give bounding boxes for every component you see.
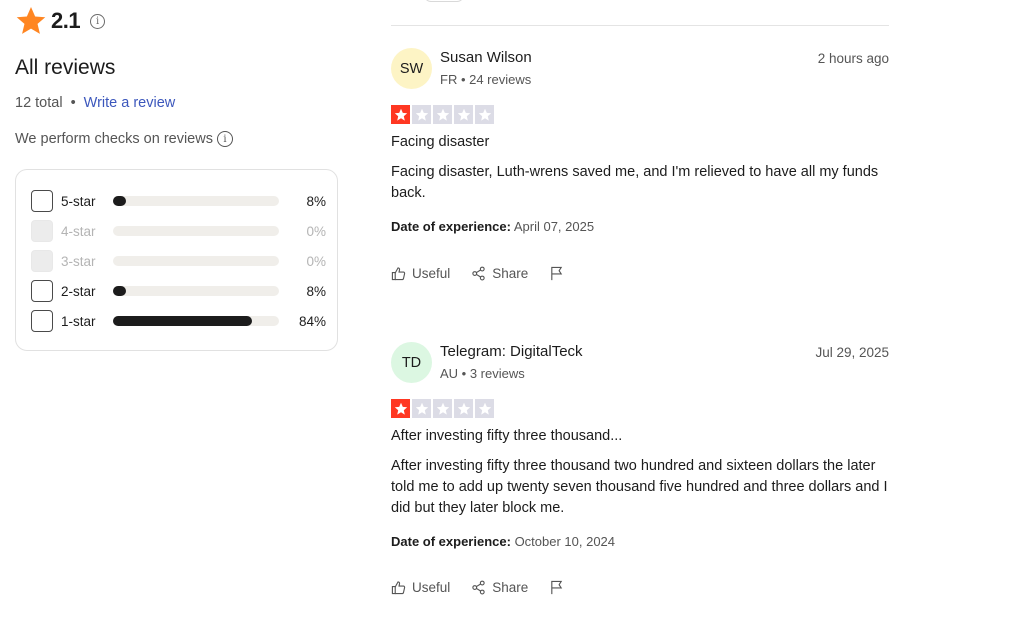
- empty-star-icon: [412, 399, 431, 418]
- distribution-bar: [113, 256, 279, 266]
- share-label: Share: [492, 580, 529, 595]
- distribution-row-5-star[interactable]: 5-star 8%: [31, 189, 326, 213]
- write-review-link[interactable]: Write a review: [84, 95, 176, 111]
- filter-checkbox-2-star[interactable]: [31, 280, 53, 302]
- review-checks-text: We perform checks on reviews: [15, 131, 213, 147]
- useful-label: Useful: [412, 580, 451, 595]
- filled-star-icon: [391, 105, 410, 124]
- filter-checkbox-4-star: [31, 220, 53, 242]
- distribution-label: 2-star: [61, 283, 96, 299]
- distribution-percent: 8%: [306, 193, 326, 209]
- review-title[interactable]: After investing fifty three thousand...: [391, 428, 622, 444]
- reviewer-meta: AU • 3 reviews: [440, 366, 525, 381]
- useful-button[interactable]: Useful: [391, 266, 450, 281]
- reviewer-name[interactable]: Susan Wilson: [440, 49, 532, 66]
- filled-star-icon: [391, 399, 410, 418]
- useful-label: Useful: [412, 266, 451, 281]
- distribution-bar: [113, 196, 279, 206]
- experience-value: October 10, 2024: [514, 534, 616, 549]
- review-card: TD Telegram: DigitalTeck AU • 3 reviews …: [391, 342, 889, 602]
- distribution-label: 3-star: [61, 253, 96, 269]
- rating-distribution: 5-star 8% 4-star 0% 3-star 0% 2-star 8% …: [15, 169, 338, 351]
- page-title: All reviews: [15, 56, 116, 79]
- experience-date: Date of experience: April 07, 2025: [391, 219, 594, 234]
- empty-star-icon: [454, 105, 473, 124]
- empty-star-icon: [475, 105, 494, 124]
- distribution-percent: 84%: [298, 313, 326, 329]
- share-button[interactable]: Share: [471, 580, 528, 595]
- distribution-bar: [113, 226, 279, 236]
- avatar[interactable]: TD: [391, 342, 432, 383]
- review-body: Facing disaster, Luth-wrens saved me, an…: [391, 164, 879, 201]
- experience-label: Date of experience:: [391, 534, 511, 549]
- distribution-row-4-star: 4-star 0%: [31, 219, 326, 243]
- review-body: After investing fifty three thousand two…: [391, 458, 888, 516]
- experience-label: Date of experience:: [391, 219, 511, 234]
- reviewer-name[interactable]: Telegram: DigitalTeck: [440, 343, 583, 360]
- flag-icon: [551, 580, 563, 595]
- distribution-label: 1-star: [61, 313, 96, 329]
- share-button[interactable]: Share: [471, 266, 528, 281]
- filter-checkbox-1-star[interactable]: [31, 310, 53, 332]
- separator-dot: •: [70, 95, 76, 111]
- review-count-row: 12 total • Write a review: [15, 95, 175, 111]
- distribution-row-3-star: 3-star 0%: [31, 249, 326, 273]
- avatar-initials: TD: [401, 354, 422, 371]
- useful-button[interactable]: Useful: [391, 580, 450, 595]
- review-actions: Useful Share: [391, 266, 591, 281]
- flag-button[interactable]: [549, 266, 570, 281]
- distribution-label: 5-star: [61, 193, 96, 209]
- divider: [391, 25, 889, 26]
- review-total: 12 total: [15, 95, 63, 111]
- distribution-percent: 8%: [306, 283, 326, 299]
- rating-value: 2.1: [51, 8, 81, 33]
- distribution-row-1-star[interactable]: 1-star 84%: [31, 309, 326, 333]
- thumbs-up-icon: [391, 581, 406, 595]
- flag-button[interactable]: [549, 580, 570, 595]
- star-rating: [391, 105, 494, 124]
- review-date: Jul 29, 2025: [815, 345, 889, 360]
- sort-button[interactable]: [424, 0, 464, 2]
- star-rating: [391, 399, 494, 418]
- distribution-percent: 0%: [306, 223, 326, 239]
- avatar-initials: SW: [399, 60, 424, 77]
- share-label: Share: [492, 266, 529, 281]
- info-icon[interactable]: i: [90, 13, 106, 29]
- empty-star-icon: [412, 105, 431, 124]
- thumbs-up-icon: [391, 267, 406, 281]
- distribution-bar: [113, 316, 279, 326]
- share-icon: [472, 266, 485, 281]
- review-checks-row[interactable]: We perform checks on reviews i: [15, 131, 233, 147]
- avatar[interactable]: SW: [391, 48, 432, 89]
- empty-star-icon: [475, 399, 494, 418]
- filter-checkbox-5-star[interactable]: [31, 190, 53, 212]
- distribution-row-2-star[interactable]: 2-star 8%: [31, 279, 326, 303]
- distribution-percent: 0%: [306, 253, 326, 269]
- empty-star-icon: [433, 105, 452, 124]
- star-icon: [16, 7, 46, 34]
- share-icon: [472, 580, 485, 595]
- info-icon[interactable]: i: [216, 131, 233, 147]
- experience-value: April 07, 2025: [513, 219, 595, 234]
- distribution-bar-fill: [113, 316, 253, 326]
- distribution-bar-fill: [113, 286, 127, 296]
- filter-checkbox-3-star: [31, 250, 53, 272]
- flag-icon: [551, 266, 563, 281]
- distribution-bar: [113, 286, 279, 296]
- empty-star-icon: [454, 399, 473, 418]
- experience-date: Date of experience: October 10, 2024: [391, 534, 615, 549]
- overall-rating: 2.1 i: [15, 4, 106, 38]
- reviewer-meta: FR • 24 reviews: [440, 72, 532, 87]
- review-date: 2 hours ago: [817, 51, 889, 66]
- review-actions: Useful Share: [391, 580, 591, 595]
- distribution-bar-fill: [113, 196, 127, 206]
- review-title[interactable]: Facing disaster: [391, 134, 489, 150]
- review-card: SW Susan Wilson FR • 24 reviews 2 hours …: [391, 48, 889, 288]
- distribution-label: 4-star: [61, 223, 96, 239]
- empty-star-icon: [433, 399, 452, 418]
